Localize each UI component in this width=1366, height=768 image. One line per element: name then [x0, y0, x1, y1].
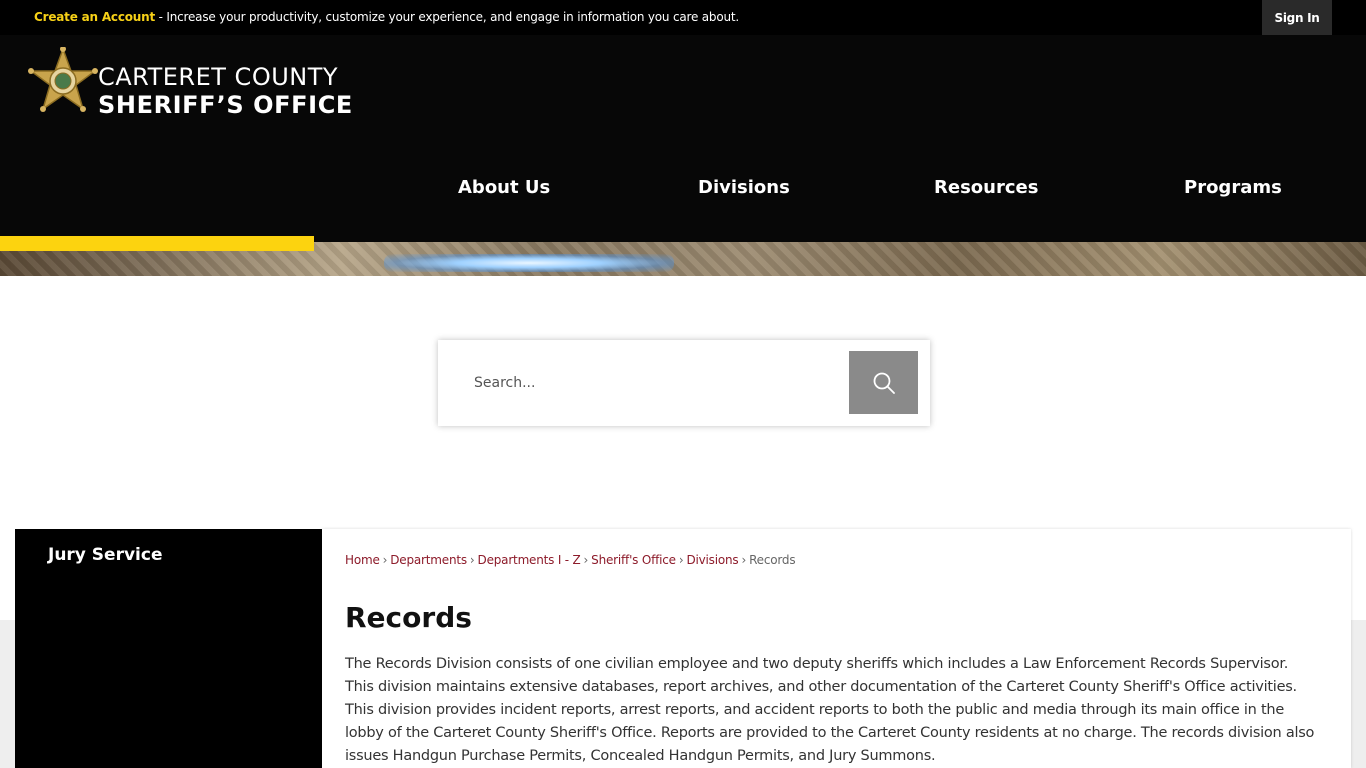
breadcrumb-departments[interactable]: Departments	[390, 553, 467, 567]
breadcrumb-separator: ›	[583, 553, 589, 567]
sidebar-item-jury-service[interactable]: Jury Service	[48, 545, 162, 565]
page-body-text: The Records Division consists of one civ…	[345, 656, 1315, 764]
search-input[interactable]	[446, 348, 848, 418]
breadcrumb-separator: ›	[741, 553, 747, 567]
main-content: Home › Departments › Departments I - Z › Sheri…	[322, 529, 1351, 768]
breadcrumb-separator: ›	[469, 553, 475, 567]
police-lightbar-glow	[384, 254, 674, 272]
logo-line-county: CARTERET COUNTY	[98, 63, 339, 91]
search-box	[438, 340, 930, 426]
account-promo: Create an Account - Increase your produc…	[34, 10, 739, 24]
logo-line-office: SHERIFF’S OFFICE	[98, 91, 353, 119]
account-promo-text: - Increase your productivity, customize …	[155, 10, 740, 24]
site-header: CARTERET COUNTY SHERIFF’S OFFICE About U…	[0, 35, 1366, 242]
breadcrumb-home[interactable]: Home	[345, 553, 380, 567]
magnifier-icon	[873, 372, 895, 394]
search-button[interactable]	[849, 351, 918, 414]
breadcrumb-current: Records	[749, 553, 796, 567]
nav-resources[interactable]: Resources	[934, 177, 1038, 205]
accent-bar	[0, 236, 314, 251]
sidebar-nav: Jury Service	[15, 529, 322, 768]
breadcrumb-sheriffs-office[interactable]: Sheriff's Office	[591, 553, 676, 567]
top-utility-bar: Create an Account - Increase your produc…	[0, 0, 1366, 35]
breadcrumb-separator: ›	[678, 553, 684, 567]
sign-in-button[interactable]: Sign In	[1262, 0, 1332, 35]
breadcrumb: Home › Departments › Departments I - Z › Sheri…	[345, 553, 796, 567]
nav-programs[interactable]: Programs	[1184, 177, 1282, 205]
breadcrumb-departments-i-z[interactable]: Departments I - Z	[478, 553, 581, 567]
create-account-link[interactable]: Create an Account	[34, 10, 155, 24]
breadcrumb-separator: ›	[382, 553, 388, 567]
nav-about-us[interactable]: About Us	[458, 177, 550, 205]
page-title: Records	[345, 601, 472, 634]
nav-divisions[interactable]: Divisions	[698, 177, 790, 205]
site-logo[interactable]: CARTERET COUNTY SHERIFF’S OFFICE	[28, 47, 358, 119]
breadcrumb-divisions[interactable]: Divisions	[686, 553, 738, 567]
sheriff-star-badge-icon	[28, 47, 98, 112]
